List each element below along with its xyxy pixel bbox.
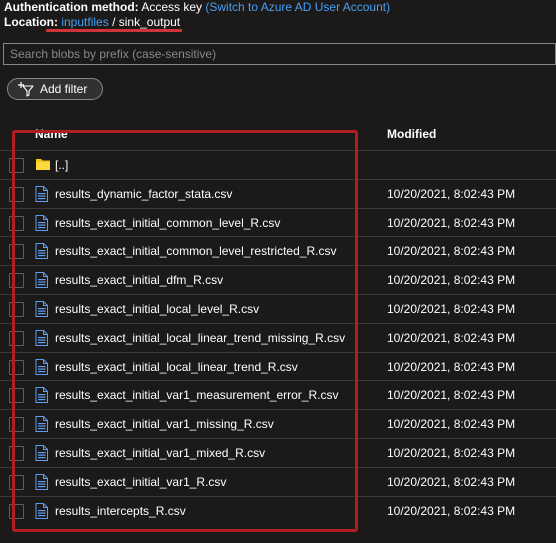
file-icon [35,358,48,378]
blob-name-link[interactable]: results_dynamic_factor_stata.csv [55,187,232,201]
file-icon [35,502,48,522]
table-row[interactable]: results_exact_initial_local_level_R.csv 1… [0,293,556,323]
location-separator: / [112,15,116,29]
location-red-underline [46,29,182,32]
file-icon [35,416,48,435]
modified-date: 10/20/2021, 8:02:43 PM [387,474,516,489]
file-icon [35,214,48,234]
table-row[interactable]: [..] [0,150,556,179]
row-checkbox[interactable] [9,330,24,346]
file-icon [35,272,48,291]
blob-name-link[interactable]: results_exact_initial_local_level_R.csv [55,302,259,316]
file-icon [35,300,48,320]
auth-method-line: Authentication method: Access key (Switc… [4,0,390,14]
search-input[interactable] [4,44,555,64]
blob-name-link[interactable]: results_exact_initial_var1_measurement_e… [55,388,338,402]
row-checkbox[interactable] [9,273,24,289]
blob-name-link[interactable]: results_exact_initial_common_level_restr… [55,244,336,258]
blob-name-link[interactable]: results_exact_initial_dfm_R.csv [55,273,223,287]
table-row[interactable]: results_exact_initial_local_linear_trend… [0,351,556,381]
add-filter-button[interactable]: Add filter [7,78,103,100]
modified-date: 10/20/2021, 8:02:43 PM [387,503,516,518]
table-row[interactable]: results_exact_initial_var1_mixed_R.csv 10… [0,437,556,467]
row-checkbox[interactable] [9,158,24,173]
auth-method-label: Authentication method: [4,0,139,14]
table-row[interactable]: results_exact_initial_local_linear_trend… [0,322,556,352]
location-folder: sink_output [118,15,181,29]
table-row[interactable]: results_exact_initial_dfm_R.csv 10/20/202… [0,265,556,294]
blob-name-link[interactable]: results_exact_initial_var1_mixed_R.csv [55,446,265,460]
modified-date: 10/20/2021, 8:02:43 PM [387,417,516,432]
table-row[interactable]: results_exact_initial_var1_R.csv 10/20/20… [0,466,556,496]
table-row[interactable]: results_dynamic_factor_stata.csv 10/20/20… [0,178,556,208]
column-header-modified[interactable]: Modified [387,126,436,142]
modified-date: 10/20/2021, 8:02:43 PM [387,186,516,201]
file-icon [35,473,48,493]
table-row[interactable]: results_exact_initial_var1_measurement_e… [0,380,556,409]
modified-date: 10/20/2021, 8:02:43 PM [387,301,516,316]
file-icon [35,444,48,464]
blob-name-link[interactable]: results_exact_initial_var1_R.csv [55,475,226,489]
file-icon [35,387,48,406]
blob-list: [..] results_dynamic_factor_stata.csv 10/2… [0,150,556,524]
modified-date: 10/20/2021, 8:02:43 PM [387,244,516,259]
row-checkbox[interactable] [9,359,24,375]
row-checkbox[interactable] [9,388,24,404]
modified-date: 10/20/2021, 8:02:43 PM [387,359,516,374]
folder-icon [35,157,51,174]
row-checkbox[interactable] [9,301,24,317]
file-icon [35,185,48,205]
blob-name-link[interactable]: results_exact_initial_common_level_R.csv [55,216,280,230]
modified-date: 10/20/2021, 8:02:43 PM [387,445,516,460]
location-label: Location: [4,15,58,29]
location-container-link[interactable]: inputfiles [61,15,108,29]
switch-auth-link[interactable]: (Switch to Azure AD User Account) [205,0,390,14]
blob-name-link[interactable]: results_exact_initial_local_linear_trend… [55,331,345,345]
row-checkbox[interactable] [9,244,24,260]
filter-add-icon [18,82,34,97]
blob-name-link[interactable]: results_exact_initial_local_linear_trend… [55,360,298,374]
modified-date: 10/20/2021, 8:02:43 PM [387,273,516,288]
auth-method-value: Access key [141,0,203,14]
column-header-name[interactable]: Name [35,126,68,142]
row-checkbox[interactable] [9,215,24,231]
row-checkbox[interactable] [9,474,24,490]
file-icon [35,329,48,349]
blob-name-link[interactable]: results_intercepts_R.csv [55,504,186,518]
add-filter-label: Add filter [40,82,88,96]
modified-date: 10/20/2021, 8:02:43 PM [387,215,516,230]
row-checkbox[interactable] [9,503,24,519]
file-icon [35,243,48,262]
row-checkbox[interactable] [9,417,24,433]
table-row[interactable]: results_exact_initial_var1_missing_R.csv… [0,409,556,438]
parent-folder-link[interactable]: [..] [55,158,68,172]
table-row[interactable]: results_exact_initial_common_level_restr… [0,236,556,265]
location-line: Location: inputfiles / sink_output [4,15,180,29]
blob-name-link[interactable]: results_exact_initial_var1_missing_R.csv [55,417,274,431]
modified-date: 10/20/2021, 8:02:43 PM [387,388,516,403]
search-box[interactable] [3,43,556,65]
row-checkbox[interactable] [9,186,24,202]
table-row[interactable]: results_exact_initial_common_level_R.csv… [0,207,556,237]
table-row[interactable]: results_intercepts_R.csv 10/20/2021, 8:02… [0,495,556,525]
modified-date: 10/20/2021, 8:02:43 PM [387,330,516,345]
row-checkbox[interactable] [9,445,24,461]
